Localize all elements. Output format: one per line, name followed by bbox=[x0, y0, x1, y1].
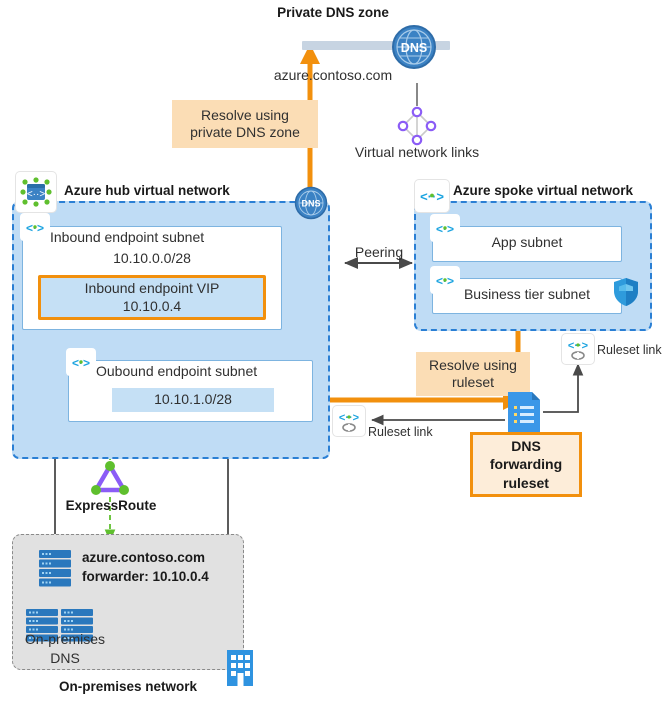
ruleset-link-label-left: Ruleset link bbox=[368, 425, 433, 439]
ruleset-title-line-2: forwarding bbox=[489, 456, 563, 473]
callout-line-2: ruleset bbox=[451, 374, 495, 390]
private-dns-zone-title: Private DNS zone bbox=[277, 5, 389, 20]
svg-text:DNS: DNS bbox=[401, 41, 427, 55]
dns-server-icon bbox=[36, 548, 74, 588]
subnet-icon: <·> bbox=[20, 213, 50, 241]
onprem-dns-label-line-1: On-premises bbox=[24, 631, 106, 647]
onprem-forwarder-address: forwarder: 10.10.0.4 bbox=[82, 569, 209, 584]
ruleset-link-icon: <··> bbox=[562, 334, 594, 364]
ruleset-title-line-3: ruleset bbox=[503, 474, 549, 491]
hub-dns-badge-icon: DNS bbox=[294, 186, 328, 220]
ruleset-link-label-right: Ruleset link bbox=[597, 343, 662, 357]
callout-resolve-private-dns-zone: Resolve using private DNS zone bbox=[172, 100, 318, 148]
spoke-subnet-business-tier-label: Business tier subnet bbox=[463, 286, 591, 302]
onprem-forwarder-zone: azure.contoso.com bbox=[82, 550, 206, 565]
private-dns-zone-name: azure.contoso.com bbox=[273, 67, 393, 83]
diagram-canvas: Private DNS zone DNS azure.contoso.com V… bbox=[0, 0, 666, 702]
spoke-vnet-title: Azure spoke virtual network bbox=[453, 183, 634, 198]
arrow-ruleset-to-spoke-link bbox=[543, 363, 584, 413]
expressroute-icon bbox=[88, 458, 132, 500]
virtual-network-links-icon bbox=[396, 106, 438, 146]
subnet-icon: <·> bbox=[66, 348, 96, 376]
inbound-subnet-cidr: 10.10.0.0/28 bbox=[113, 250, 191, 266]
inbound-endpoint-vip-label: Inbound endpoint VIP bbox=[84, 280, 220, 296]
inbound-subnet-name: Inbound endpoint subnet bbox=[50, 229, 205, 245]
vnet-icon: <··> bbox=[16, 172, 56, 212]
outbound-subnet-name: Oubound endpoint subnet bbox=[96, 363, 258, 379]
dns-forwarding-ruleset-box[interactable]: DNS forwarding ruleset bbox=[470, 432, 582, 497]
onprem-dns-label-line-2: DNS bbox=[50, 650, 80, 666]
vnet-icon: <··> bbox=[415, 180, 449, 212]
expressroute-label: ExpressRoute bbox=[65, 498, 157, 513]
spoke-subnet-app-label: App subnet bbox=[491, 234, 563, 250]
hub-vnet-title: Azure hub virtual network bbox=[64, 183, 230, 198]
ruleset-link-icon: <··> bbox=[333, 406, 365, 436]
ruleset-title-line-1: DNS bbox=[511, 438, 541, 455]
callout-line-2: private DNS zone bbox=[190, 124, 300, 140]
dns-forwarding-ruleset-icon[interactable] bbox=[504, 390, 544, 434]
inbound-endpoint-vip-address: 10.10.0.4 bbox=[122, 298, 182, 314]
callout-line-1: Resolve using bbox=[201, 106, 289, 123]
on-premises-network-title: On-premises network bbox=[58, 679, 198, 694]
outbound-subnet-cidr: 10.10.1.0/28 bbox=[154, 391, 232, 407]
peering-label: Peering bbox=[354, 244, 404, 260]
svg-text:<··>: <··> bbox=[27, 189, 46, 200]
callout-line-1: Resolve using bbox=[429, 356, 517, 373]
svg-text:DNS: DNS bbox=[301, 199, 320, 209]
dns-globe-icon: DNS bbox=[391, 24, 437, 70]
virtual-network-links-label: Virtual network links bbox=[354, 144, 480, 160]
shield-icon bbox=[612, 276, 640, 308]
